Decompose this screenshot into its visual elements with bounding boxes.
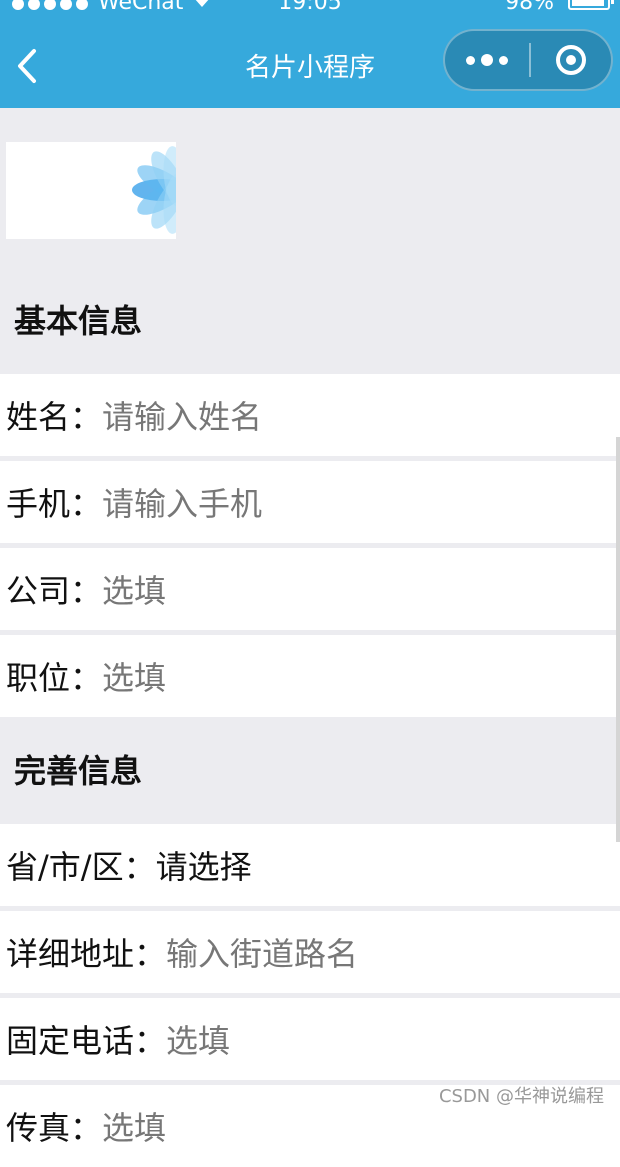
- section-title-basic: 基本信息: [14, 302, 143, 340]
- phone-input[interactable]: 请输入手机: [102, 479, 262, 525]
- phone-field[interactable]: 手机： 请输入手机: [0, 461, 620, 543]
- company-field[interactable]: 公司： 选填: [0, 548, 620, 630]
- name-input[interactable]: 请输入姓名: [102, 392, 262, 438]
- field-label: 公司：: [6, 572, 103, 610]
- status-bar: WeChat 19:05 98%: [0, 0, 620, 16]
- position-input[interactable]: 选填: [102, 653, 166, 699]
- field-label: 传真：: [6, 1109, 103, 1147]
- field-label: 省/市/区：: [6, 848, 156, 886]
- landline-field[interactable]: 固定电话： 选填: [0, 998, 620, 1080]
- battery-icon: [568, 0, 614, 10]
- more-dots-icon[interactable]: [445, 31, 529, 89]
- company-logo: [6, 142, 176, 239]
- address-field[interactable]: 详细地址： 输入街道路名: [0, 911, 620, 993]
- company-input[interactable]: 选填: [102, 566, 166, 612]
- field-label: 手机：: [6, 485, 103, 523]
- name-field[interactable]: 姓名： 请输入姓名: [0, 374, 620, 456]
- field-label: 职位：: [6, 659, 103, 697]
- section-title-extra: 完善信息: [14, 752, 143, 790]
- field-label: 姓名：: [6, 398, 103, 436]
- fax-input[interactable]: 选填: [102, 1103, 166, 1149]
- landline-input[interactable]: 选填: [166, 1016, 230, 1062]
- address-input[interactable]: 输入街道路名: [166, 929, 358, 975]
- target-circle-icon[interactable]: [531, 31, 611, 89]
- scrollbar[interactable]: [616, 437, 620, 842]
- position-field[interactable]: 职位： 选填: [0, 635, 620, 717]
- region-field[interactable]: 省/市/区： 请选择: [0, 824, 620, 906]
- field-label: 详细地址：: [6, 935, 167, 973]
- field-label: 固定电话：: [6, 1022, 167, 1060]
- region-picker[interactable]: 请选择: [156, 842, 252, 888]
- top-bar: WeChat 19:05 98% 名片小程序: [0, 0, 620, 108]
- mini-program-capsule: [443, 29, 613, 91]
- battery-percent: 98%: [505, 0, 554, 15]
- watermark: CSDN @华神说编程: [438, 1086, 604, 1107]
